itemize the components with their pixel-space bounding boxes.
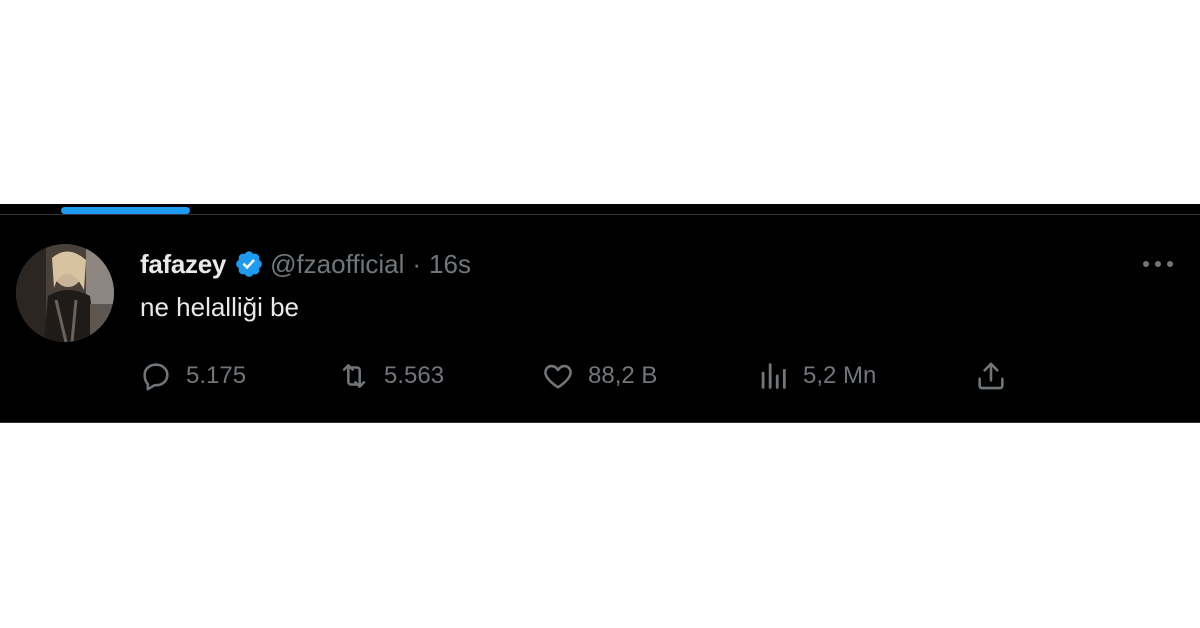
retweet-count: 5.563 — [384, 362, 445, 389]
reply-count: 5.175 — [186, 362, 247, 389]
like-button[interactable]: 88,2 B — [540, 358, 657, 394]
tweet-card[interactable]: fafazey @fzaofficial · 16s ne helalliği … — [0, 204, 1200, 423]
more-horizontal-icon — [1143, 261, 1173, 267]
tweet-text: ne helalliği be — [140, 292, 300, 322]
retweet-button[interactable]: 5.563 — [336, 358, 444, 394]
display-name[interactable]: fafazey — [140, 249, 226, 280]
more-options-button[interactable] — [1140, 252, 1176, 276]
retweet-icon — [336, 358, 372, 394]
reply-icon — [138, 358, 174, 394]
views-button[interactable]: 5,2 Mn — [755, 358, 876, 394]
timestamp[interactable]: 16s — [429, 249, 471, 280]
tweet-header: fafazey @fzaofficial · 16s — [140, 248, 471, 280]
verified-badge-icon — [234, 249, 264, 279]
separator-dot: · — [412, 248, 422, 279]
tweet-actions: 5.175 5.563 88,2 B 5,2 Mn — [0, 358, 1200, 394]
views-chart-icon — [755, 358, 791, 394]
share-button[interactable] — [973, 358, 1021, 394]
reply-button[interactable]: 5.175 — [138, 358, 246, 394]
tab-divider — [0, 214, 1200, 215]
active-tab-indicator — [61, 207, 190, 214]
avatar[interactable] — [16, 244, 114, 342]
like-count: 88,2 B — [588, 362, 658, 389]
user-handle[interactable]: @fzaofficial — [270, 249, 404, 280]
views-count: 5,2 Mn — [803, 362, 877, 389]
share-icon — [973, 358, 1009, 394]
heart-icon — [540, 358, 576, 394]
